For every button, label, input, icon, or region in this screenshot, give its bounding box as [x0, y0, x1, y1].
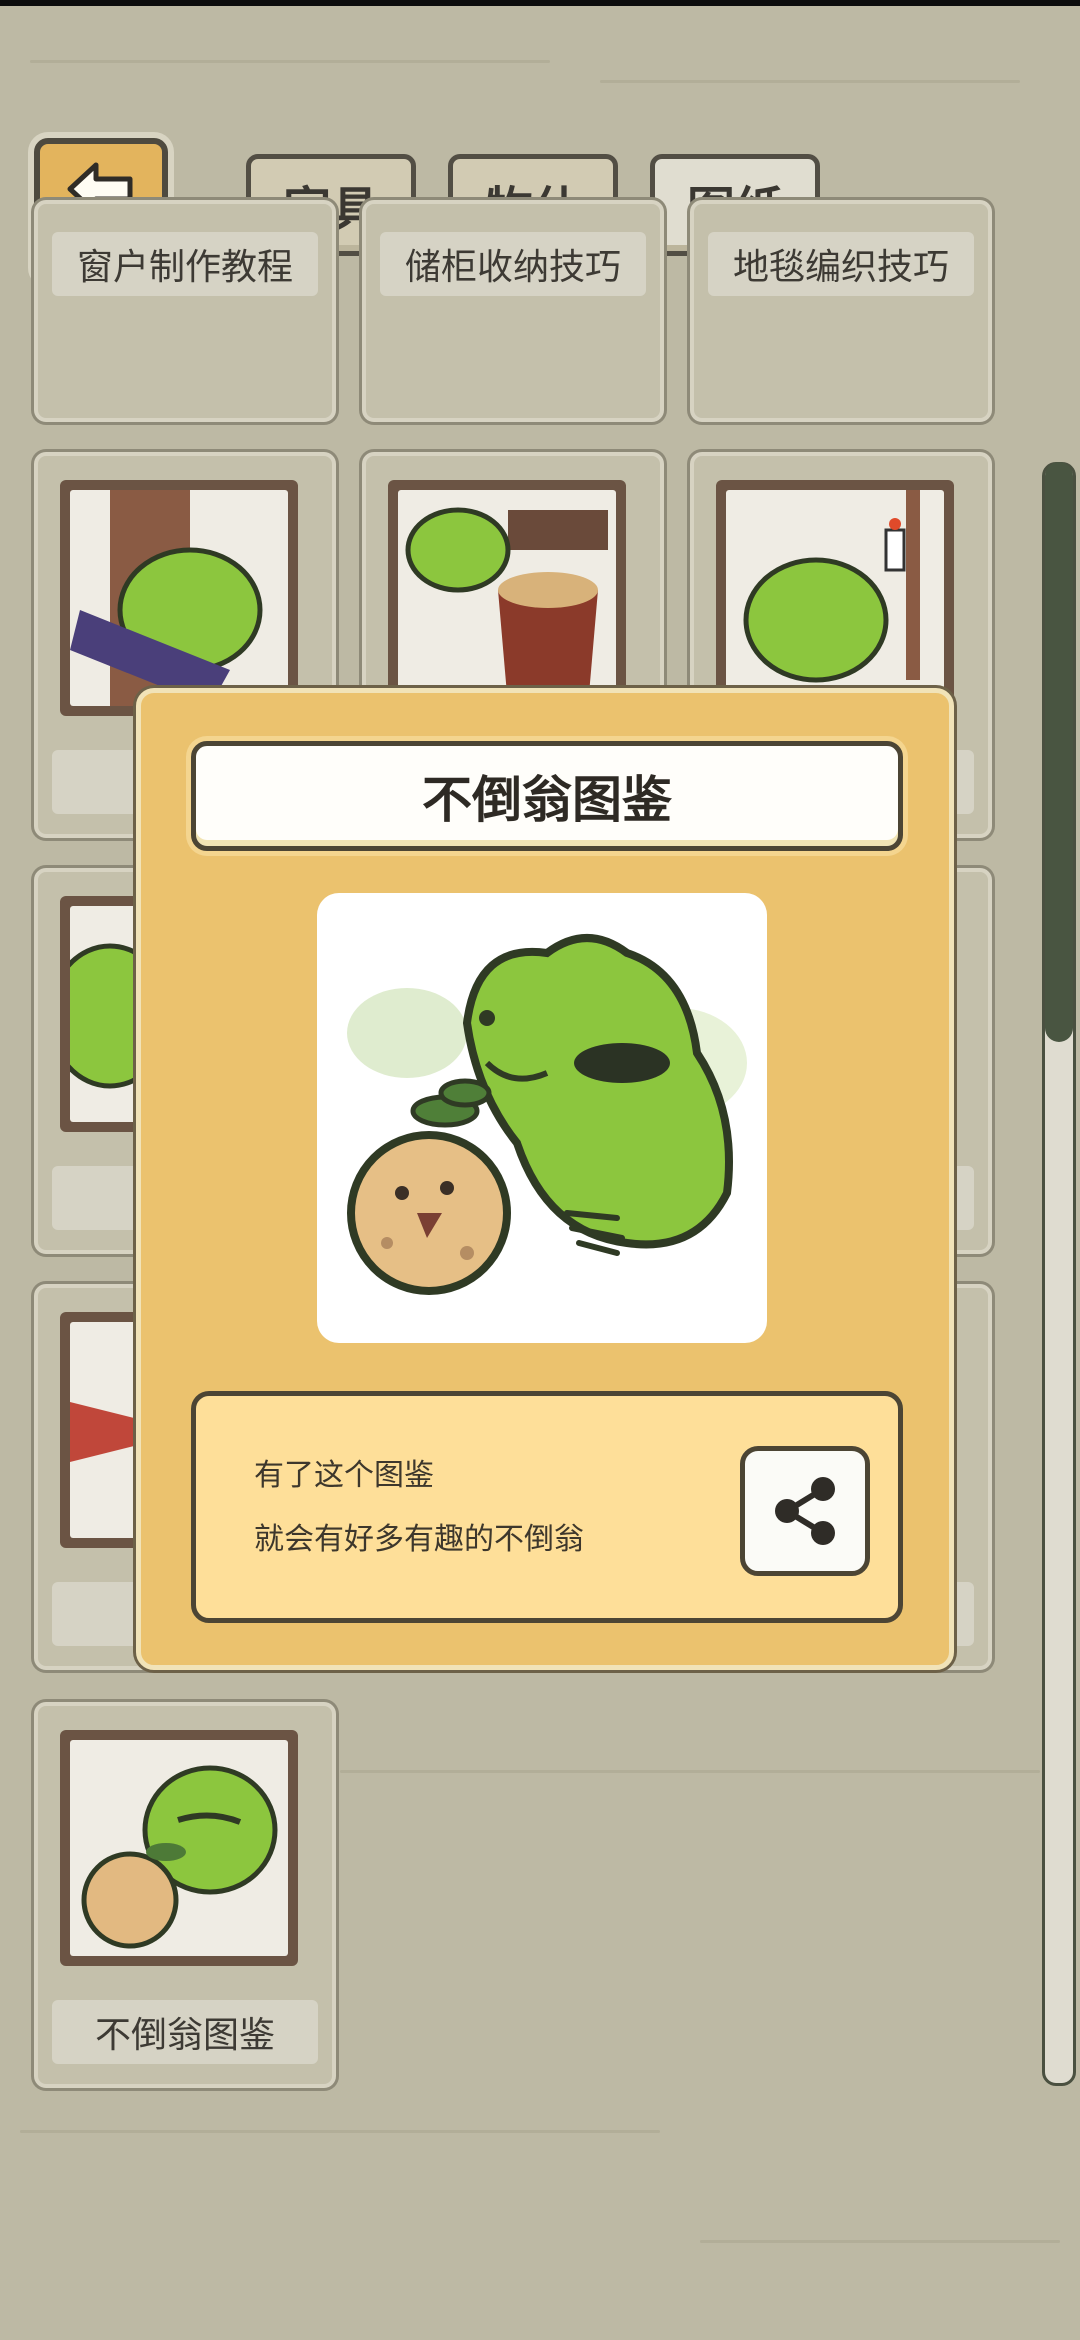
frog-tumbler-image [317, 893, 767, 1343]
wood-grain [340, 1770, 1040, 1773]
card-frame [388, 480, 626, 716]
frog-barrel-image [398, 490, 616, 706]
card-label: 窗户制作教程 [52, 232, 318, 296]
card-frame [60, 480, 298, 716]
blueprint-card[interactable]: 地毯编织技巧 [690, 200, 992, 422]
blueprint-card[interactable]: 储柜收纳技巧 [362, 200, 664, 422]
card-label: 地毯编织技巧 [708, 232, 974, 296]
card-label: 不倒翁图鉴 [52, 2000, 318, 2064]
description-box: 有了这个图鉴 就会有好多有趣的不倒翁 [191, 1391, 903, 1623]
frog-candle-image [726, 490, 944, 706]
card-frame [60, 1730, 298, 1966]
frog-carpentry-image [70, 490, 288, 706]
status-bar [0, 0, 1080, 6]
share-icon [775, 1477, 835, 1545]
dialog-title: 不倒翁图鉴 [191, 741, 903, 851]
wood-grain [30, 60, 550, 63]
card-frame [716, 480, 954, 716]
description-line-1: 有了这个图鉴 [254, 1458, 434, 1493]
description-line-2: 就会有好多有趣的不倒翁 [254, 1522, 584, 1557]
blueprint-card[interactable]: 窗户制作教程 [34, 200, 336, 422]
share-button[interactable] [740, 1446, 870, 1576]
scrollbar-thumb[interactable] [1045, 462, 1073, 1042]
card-label: 储柜收纳技巧 [380, 232, 646, 296]
wood-grain [700, 2240, 1060, 2243]
wood-grain [20, 2130, 660, 2133]
wood-grain [600, 80, 1020, 83]
blueprint-card-tumbler[interactable]: 不倒翁图鉴 [34, 1702, 336, 2088]
tumbler-guide-dialog: 不倒翁图鉴 有了这个图鉴 就会有好多有趣的不倒翁 [136, 688, 954, 1670]
frog-tumbler-thumbnail [70, 1740, 288, 1956]
